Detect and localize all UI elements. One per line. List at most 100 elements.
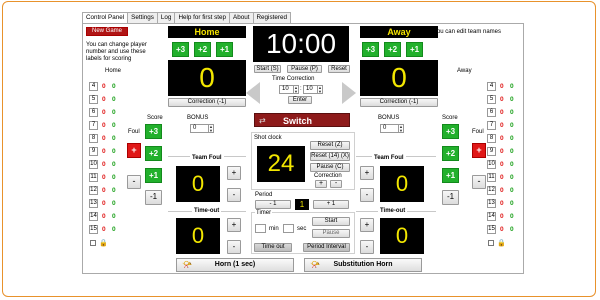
home-team-foul-plus[interactable]: + (227, 166, 241, 180)
player-number[interactable]: 15 (89, 225, 98, 234)
time-correction-sec[interactable]: 10 ▲ ▼ (303, 85, 323, 94)
player-number[interactable]: 5 (89, 95, 98, 104)
shot-correction-plus[interactable]: + (315, 180, 327, 188)
player-fouls[interactable]: 0 (500, 147, 504, 156)
player-score[interactable]: 0 (510, 82, 514, 91)
player-fouls[interactable]: 0 (102, 82, 106, 91)
spin-arrows-icon[interactable]: ▲ ▼ (293, 86, 298, 93)
player-score[interactable]: 0 (112, 173, 116, 182)
player-number[interactable]: 4 (89, 82, 98, 91)
home-team-name[interactable]: Home (168, 26, 246, 38)
player-fouls[interactable]: 0 (500, 82, 504, 91)
home-timeout-plus[interactable]: + (227, 218, 241, 232)
away-team-foul-plus[interactable]: + (360, 166, 374, 180)
home-plus3-button[interactable]: +3 (172, 42, 189, 57)
spin-arrows-icon[interactable]: ▲ ▼ (398, 125, 403, 132)
home-col-plus3[interactable]: +3 (145, 124, 162, 139)
horn-button[interactable]: 📯 Horn (1 sec) (176, 258, 294, 272)
period-plus-button[interactable]: + 1 (313, 200, 349, 209)
player-score[interactable]: 0 (112, 121, 116, 130)
player-number[interactable]: 14 (487, 212, 496, 221)
spin-arrows-icon[interactable]: ▲ ▼ (317, 86, 322, 93)
player-score[interactable]: 0 (510, 225, 514, 234)
player-number[interactable]: 6 (89, 108, 98, 117)
spin-arrows-icon[interactable]: ▲ ▼ (208, 125, 213, 132)
player-fouls[interactable]: 0 (500, 186, 504, 195)
away-plus1-button[interactable]: +1 (406, 42, 423, 57)
away-timeout-plus[interactable]: + (360, 218, 374, 232)
away-lock-checkbox[interactable] (488, 240, 494, 246)
away-bonus-spinner[interactable]: 0 ▲ ▼ (380, 124, 404, 133)
player-number[interactable]: 5 (487, 95, 496, 104)
shot-reset-14-button[interactable]: Reset (14) (X) (310, 152, 350, 161)
period-minus-button[interactable]: - 1 (255, 200, 291, 209)
away-plus2-button[interactable]: +2 (384, 42, 401, 57)
clock-start-button[interactable]: Start (S) (254, 65, 281, 73)
home-team-foul-minus[interactable]: - (227, 188, 241, 202)
player-fouls[interactable]: 0 (102, 199, 106, 208)
player-number[interactable]: 8 (89, 134, 98, 143)
player-number[interactable]: 7 (487, 121, 496, 130)
away-foul-plus-button[interactable]: + (472, 143, 486, 158)
substitution-horn-button[interactable]: 📯 Substitution Horn (304, 258, 422, 272)
player-score[interactable]: 0 (112, 82, 116, 91)
home-col-plus1[interactable]: +1 (145, 168, 162, 183)
player-score[interactable]: 0 (510, 212, 514, 221)
player-number[interactable]: 12 (487, 186, 496, 195)
player-fouls[interactable]: 0 (102, 134, 106, 143)
away-col-minus1[interactable]: -1 (442, 190, 459, 205)
home-foul-plus-button[interactable]: + (127, 143, 141, 158)
shot-pause-button[interactable]: Pause (C) (310, 163, 350, 172)
player-number[interactable]: 10 (89, 160, 98, 169)
home-bonus-spinner[interactable]: 0 ▲ ▼ (190, 124, 214, 133)
tab-registered[interactable]: Registered (252, 12, 291, 23)
away-col-plus3[interactable]: +3 (442, 124, 459, 139)
player-fouls[interactable]: 0 (500, 199, 504, 208)
player-score[interactable]: 0 (112, 212, 116, 221)
clock-pause-button[interactable]: Pause (P) (287, 65, 322, 73)
player-score[interactable]: 0 (510, 160, 514, 169)
timer-sec-input[interactable] (283, 224, 294, 233)
player-score[interactable]: 0 (510, 95, 514, 104)
time-correction-min[interactable]: 10 ▲ ▼ (279, 85, 299, 94)
player-number[interactable]: 13 (487, 199, 496, 208)
player-score[interactable]: 0 (510, 121, 514, 130)
player-score[interactable]: 0 (510, 173, 514, 182)
player-score[interactable]: 0 (510, 199, 514, 208)
away-foul-minus-button[interactable]: - (472, 175, 486, 189)
timer-min-input[interactable] (255, 224, 266, 233)
player-number[interactable]: 9 (89, 147, 98, 156)
player-fouls[interactable]: 0 (102, 186, 106, 195)
player-fouls[interactable]: 0 (500, 212, 504, 221)
player-number[interactable]: 4 (487, 82, 496, 91)
player-score[interactable]: 0 (510, 108, 514, 117)
home-plus2-button[interactable]: +2 (194, 42, 211, 57)
player-fouls[interactable]: 0 (500, 108, 504, 117)
player-fouls[interactable]: 0 (102, 225, 106, 234)
enter-button[interactable]: Enter (288, 96, 312, 104)
clock-reset-button[interactable]: Reset (328, 65, 350, 73)
timer-pause-button[interactable]: Pause (312, 229, 350, 238)
timer-timeout-button[interactable]: Time out (254, 243, 292, 252)
tab-about[interactable]: About (229, 12, 254, 23)
player-score[interactable]: 0 (112, 147, 116, 156)
player-number[interactable]: 12 (89, 186, 98, 195)
tab-settings[interactable]: Settings (127, 12, 158, 23)
away-team-name[interactable]: Away (360, 26, 438, 38)
player-number[interactable]: 7 (89, 121, 98, 130)
player-number[interactable]: 14 (89, 212, 98, 221)
player-fouls[interactable]: 0 (500, 173, 504, 182)
away-team-foul-minus[interactable]: - (360, 188, 374, 202)
player-number[interactable]: 13 (89, 199, 98, 208)
home-col-minus1[interactable]: -1 (145, 190, 162, 205)
player-number[interactable]: 9 (487, 147, 496, 156)
player-fouls[interactable]: 0 (102, 147, 106, 156)
player-score[interactable]: 0 (112, 160, 116, 169)
player-number[interactable]: 6 (487, 108, 496, 117)
timer-start-button[interactable]: Start (312, 217, 350, 226)
player-number[interactable]: 11 (89, 173, 98, 182)
away-col-plus2[interactable]: +2 (442, 146, 459, 161)
player-number[interactable]: 11 (487, 173, 496, 182)
player-fouls[interactable]: 0 (500, 160, 504, 169)
player-fouls[interactable]: 0 (102, 121, 106, 130)
